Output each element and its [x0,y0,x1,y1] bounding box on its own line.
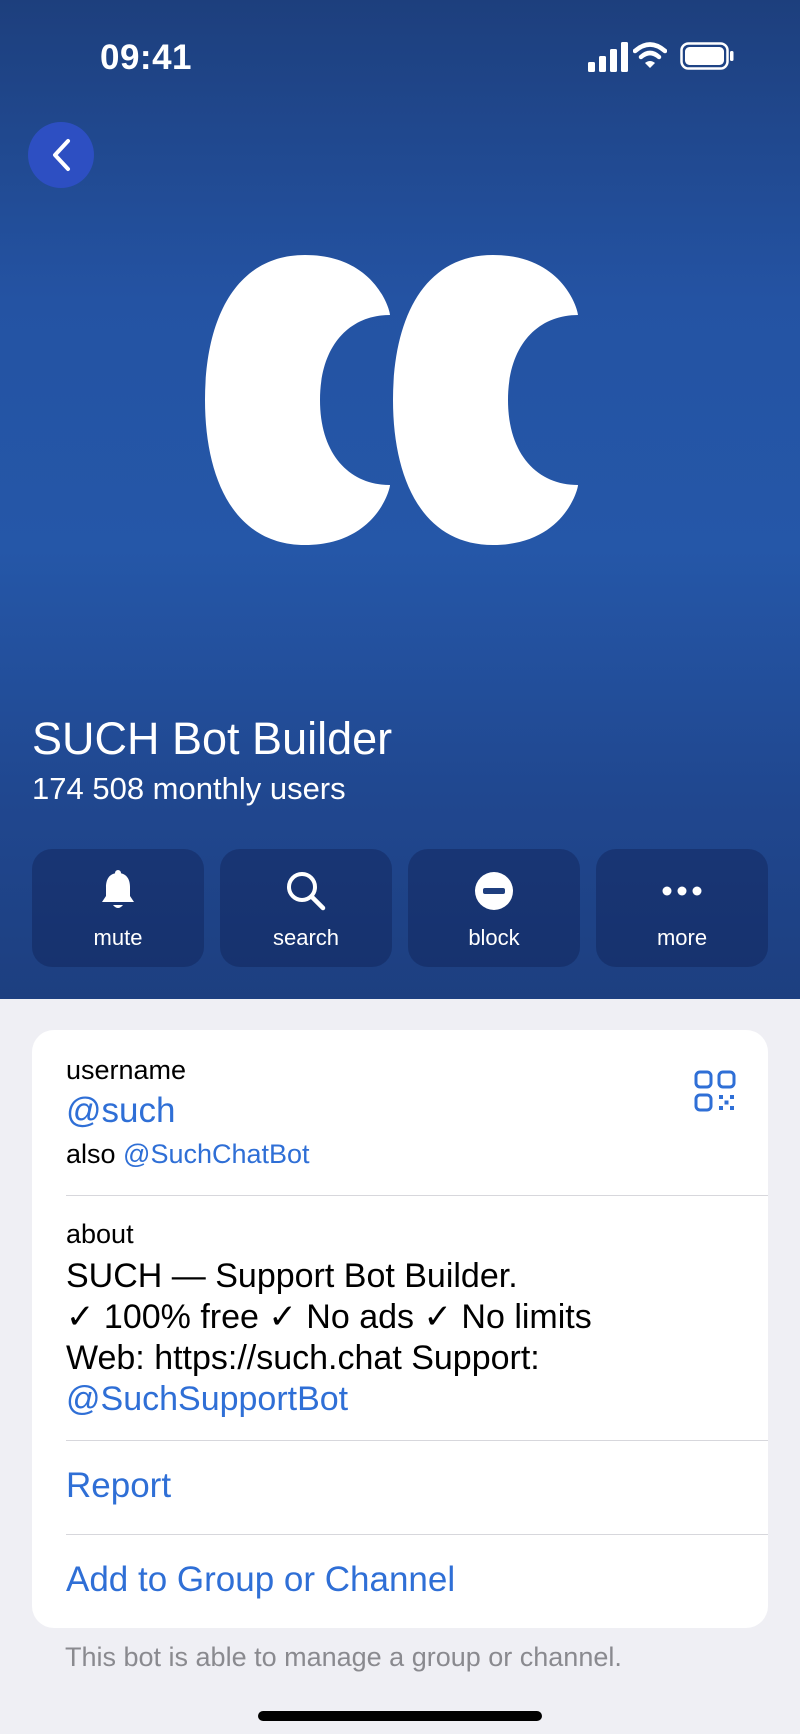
about-section: about SUCH — Support Bot Builder. ✓ 100%… [66,1218,738,1420]
wifi-icon [633,42,667,68]
qr-code-icon[interactable] [694,1070,736,1112]
mute-button[interactable]: mute [32,849,204,967]
profile-name: SUCH Bot Builder [32,713,393,764]
status-time: 09:41 [100,38,193,77]
profile-header: 09:41 SUCH Bot Builder 174 508 monthly u… [0,0,800,999]
more-button[interactable]: more [596,849,768,967]
about-line: Web: https://such.chat Support: [66,1339,540,1377]
more-label: more [656,925,708,950]
about-line: ✓ 100% free ✓ No ads ✓ No limits [66,1298,592,1336]
info-card: username @such also @SuchChatBot about S… [32,1030,768,1628]
username-section: username @such also @SuchChatBot [66,1054,768,1170]
search-label: search [272,925,340,950]
about-text: SUCH — Support Bot Builder. ✓ 100% free … [66,1256,738,1420]
bell-icon [102,870,134,908]
divider [66,1195,768,1196]
also-username-link[interactable]: @SuchChatBot [123,1139,310,1169]
about-line: SUCH — Support Bot Builder. [66,1257,518,1295]
add-to-group-button[interactable]: Add to Group or Channel [66,1559,768,1601]
search-button[interactable]: search [220,849,392,967]
divider [66,1534,768,1535]
more-icon [662,886,702,896]
search-icon [287,872,326,911]
mute-label: mute [93,925,143,950]
username-link[interactable]: @such [66,1090,768,1132]
about-caption: about [66,1219,134,1249]
block-icon [475,872,513,910]
also-prefix: also [66,1139,116,1169]
chevron-left-icon [53,139,70,171]
action-bar: mute search block more [32,849,768,967]
support-bot-link[interactable]: @SuchSupportBot [66,1379,738,1420]
bot-logo [205,255,578,545]
back-button[interactable] [28,122,94,188]
also-line: also @SuchChatBot [66,1138,768,1170]
profile-subtitle: 174 508 monthly users [32,771,346,806]
block-label: block [468,925,520,950]
battery-icon [680,42,734,70]
divider [66,1440,768,1441]
signal-icon [588,42,628,72]
footer-note: This bot is able to manage a group or ch… [65,1642,622,1672]
username-caption: username [66,1055,187,1085]
block-button[interactable]: block [408,849,580,967]
home-indicator [258,1711,542,1721]
report-button[interactable]: Report [66,1465,768,1507]
